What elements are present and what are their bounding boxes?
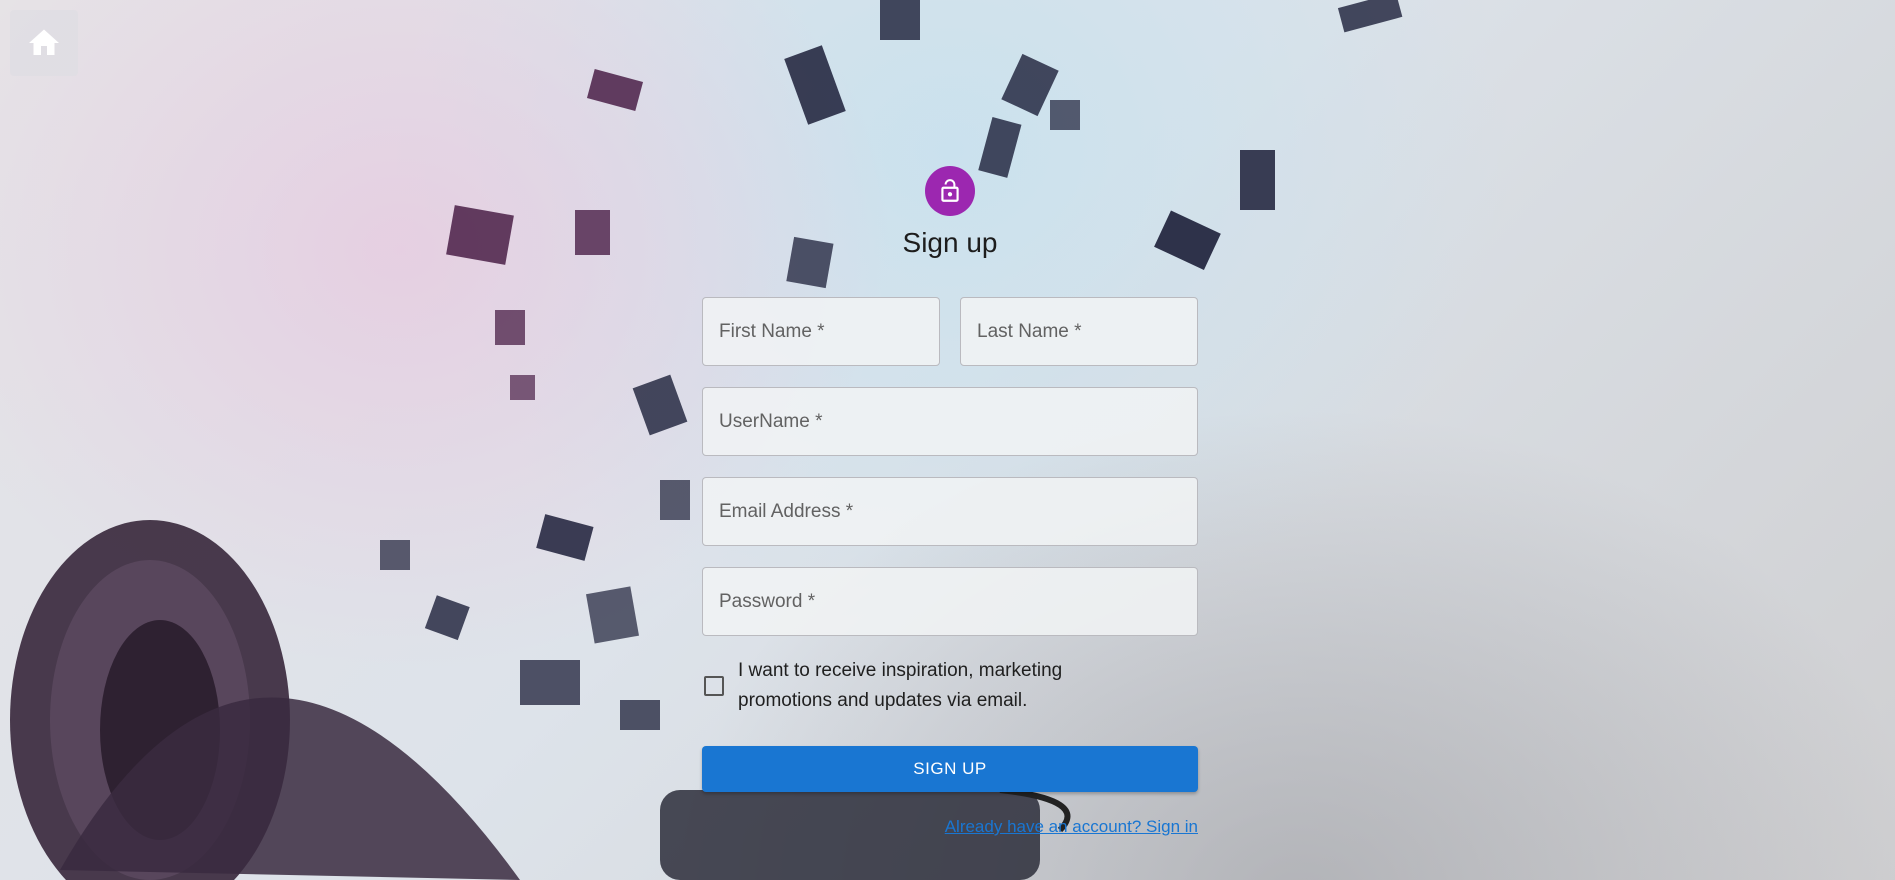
username-input[interactable] (703, 388, 1197, 455)
lock-open-icon (941, 179, 959, 202)
marketing-optin-row[interactable]: I want to receive inspiration, marketing… (702, 656, 1198, 716)
password-field[interactable] (702, 567, 1198, 636)
sign-up-button[interactable]: SIGN UP (702, 746, 1198, 792)
password-input[interactable] (703, 568, 1197, 635)
home-button[interactable] (10, 10, 78, 76)
marketing-optin-label: I want to receive inspiration, marketing… (738, 660, 1063, 711)
last-name-input[interactable] (961, 298, 1197, 365)
home-icon (29, 29, 59, 55)
sign-in-link[interactable]: Already have an account? Sign in (945, 817, 1198, 837)
page-title: Sign up (902, 227, 998, 258)
music-notes-purple (446, 69, 644, 400)
avatar (925, 166, 975, 216)
marketing-optin-checkbox[interactable] (704, 676, 724, 696)
username-field[interactable] (702, 387, 1198, 456)
last-name-field[interactable] (960, 297, 1198, 366)
email-field[interactable] (702, 477, 1198, 546)
email-input[interactable] (703, 478, 1197, 545)
first-name-field[interactable] (702, 297, 940, 366)
first-name-input[interactable] (703, 298, 939, 365)
